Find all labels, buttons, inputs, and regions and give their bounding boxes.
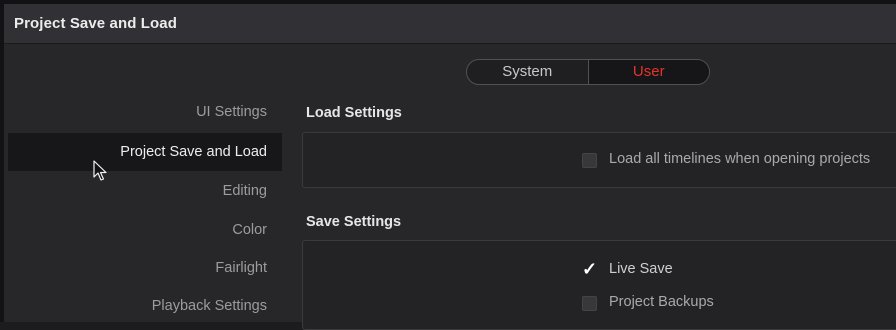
system-user-toggle[interactable]: System User bbox=[466, 59, 710, 85]
save-settings-heading: Save Settings bbox=[306, 214, 402, 230]
load-all-timelines-checkbox[interactable] bbox=[582, 153, 597, 168]
sidebar-item-editing[interactable]: Editing bbox=[8, 172, 282, 210]
sidebar-item-label: UI Settings bbox=[196, 104, 267, 120]
window-title: Project Save and Load bbox=[14, 15, 177, 32]
load-settings-panel: Load all timelines when opening projects bbox=[302, 132, 896, 188]
sidebar-item-label: Color bbox=[232, 222, 267, 238]
toggle-system[interactable]: System bbox=[467, 60, 589, 84]
sidebar-item-color[interactable]: Color bbox=[8, 211, 282, 249]
load-settings-heading: Load Settings bbox=[306, 105, 402, 121]
project-backups-label: Project Backups bbox=[609, 294, 714, 310]
sidebar-item-ui-settings[interactable]: UI Settings bbox=[8, 93, 282, 131]
mouse-pointer-icon bbox=[93, 160, 107, 181]
sidebar-item-fairlight[interactable]: Fairlight bbox=[8, 249, 282, 287]
sidebar-item-label: Fairlight bbox=[215, 260, 267, 276]
preferences-window: Project Save and Load System User UI Set… bbox=[0, 0, 896, 330]
title-bar: Project Save and Load bbox=[4, 4, 896, 44]
live-save-label: Live Save bbox=[609, 261, 673, 277]
sidebar-item-project-save-and-load[interactable]: Project Save and Load bbox=[8, 133, 282, 171]
sidebar-item-label: Editing bbox=[222, 183, 267, 199]
checkmark-icon: ✓ bbox=[582, 259, 598, 279]
project-backups-checkbox[interactable] bbox=[582, 296, 597, 311]
sidebar-item-label: Project Save and Load bbox=[120, 144, 267, 160]
live-save-checkbox[interactable]: ✓ bbox=[582, 259, 597, 279]
save-settings-panel: ✓ Live Save Project Backups bbox=[302, 240, 896, 330]
load-all-timelines-label: Load all timelines when opening projects bbox=[609, 151, 871, 167]
sidebar-item-label: Playback Settings bbox=[151, 298, 267, 314]
sidebar-item-playback-settings[interactable]: Playback Settings bbox=[8, 287, 282, 325]
toggle-user[interactable]: User bbox=[588, 60, 709, 84]
